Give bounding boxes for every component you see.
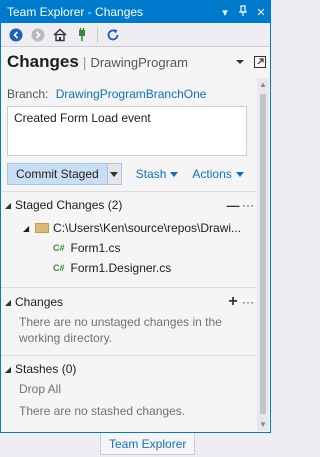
- pin-icon: [239, 4, 247, 16]
- collapse-triangle-icon[interactable]: ◢: [1, 365, 15, 374]
- close-button[interactable]: ✕: [252, 6, 270, 19]
- stashes-title: Stashes (0): [15, 362, 77, 376]
- window-menu-button[interactable]: ▾: [216, 6, 234, 19]
- home-icon: [53, 28, 67, 41]
- file-name: Form1.cs: [70, 241, 121, 255]
- commit-actions: Commit Staged Stash Actions: [7, 163, 252, 185]
- scrollbar-thumb[interactable]: [260, 94, 266, 414]
- forward-button[interactable]: [29, 26, 47, 44]
- section-divider: [1, 191, 256, 192]
- chevron-down-icon: [236, 60, 244, 64]
- commit-staged-button[interactable]: Commit Staged: [7, 163, 108, 185]
- page-menu-button[interactable]: [230, 52, 250, 72]
- page-title: Changes: [7, 52, 79, 71]
- commit-message-input[interactable]: Created Form Load event: [7, 106, 247, 156]
- collapse-triangle-icon[interactable]: ◢: [23, 224, 35, 233]
- home-button[interactable]: [51, 26, 69, 44]
- toolbar-separator: [97, 26, 98, 43]
- drop-all-link: Drop All: [19, 382, 62, 396]
- branch-link[interactable]: DrawingProgramBranchOne: [56, 87, 207, 101]
- actions-label: Actions: [192, 167, 232, 181]
- commit-dropdown-button[interactable]: [107, 163, 122, 185]
- back-button[interactable]: [7, 26, 25, 44]
- stash-label: Stash: [135, 167, 167, 181]
- back-icon: [9, 28, 23, 41]
- page-header: Changes | DrawingProgram: [1, 47, 270, 77]
- more-options-icon[interactable]: ···: [240, 198, 256, 212]
- folder-icon: [35, 223, 49, 233]
- vertical-scrollbar[interactable]: ▲ ▼: [257, 78, 269, 431]
- connect-button[interactable]: [73, 26, 91, 44]
- navigate-button[interactable]: [250, 52, 270, 72]
- chevron-down-icon: [110, 171, 119, 177]
- actions-dropdown[interactable]: Actions: [192, 167, 244, 181]
- branch-row: Branch: DrawingProgramBranchOne: [7, 87, 206, 101]
- scroll-down-icon[interactable]: ▼: [259, 420, 267, 429]
- file-name: Form1.Designer.cs: [70, 261, 172, 275]
- chevron-down-icon: [235, 171, 244, 177]
- refresh-button[interactable]: [104, 26, 122, 44]
- refresh-icon: [107, 28, 119, 40]
- no-stashes-text: There are no stashed changes.: [19, 404, 186, 418]
- team-explorer-tab[interactable]: Team Explorer: [100, 433, 196, 455]
- more-options-icon[interactable]: ···: [240, 295, 256, 309]
- stash-dropdown[interactable]: Stash: [136, 167, 179, 181]
- section-divider: [1, 355, 256, 356]
- no-changes-text: There are no unstaged changes in the wor…: [19, 315, 222, 345]
- section-divider: [1, 287, 256, 288]
- staged-changes-header[interactable]: ◢ Staged Changes (2) — ···: [1, 196, 256, 214]
- navigate-out-icon: [254, 56, 266, 68]
- project-name: DrawingProgram: [90, 54, 188, 70]
- unstage-all-button[interactable]: —: [226, 198, 240, 213]
- changes-header[interactable]: ◢ Changes + ···: [1, 293, 256, 311]
- pin-button[interactable]: [234, 4, 252, 20]
- folder-row[interactable]: ◢ C:\Users\Ken\source\repos\Drawi...: [23, 221, 241, 235]
- connect-icon: [79, 27, 85, 41]
- collapse-triangle-icon[interactable]: ◢: [1, 201, 15, 210]
- staged-changes-title: Staged Changes (2): [15, 198, 123, 212]
- scroll-up-icon[interactable]: ▲: [259, 80, 267, 89]
- title-bar: Team Explorer - Changes ▾ ✕: [1, 1, 270, 23]
- forward-icon: [31, 28, 45, 41]
- window-title: Team Explorer - Changes: [7, 5, 144, 19]
- toolbar: [1, 23, 270, 47]
- csharp-file-icon: C#: [53, 243, 65, 253]
- branch-label: Branch:: [7, 87, 49, 101]
- folder-path: C:\Users\Ken\source\repos\Drawi...: [53, 221, 242, 235]
- changes-title: Changes: [15, 295, 64, 309]
- changes-panel: Branch: DrawingProgramBranchOne Created …: [1, 78, 256, 431]
- list-item[interactable]: C# Form1.cs: [53, 241, 121, 255]
- stage-all-button[interactable]: +: [226, 293, 240, 311]
- collapse-triangle-icon[interactable]: ◢: [1, 298, 15, 307]
- list-item[interactable]: C# Form1.Designer.cs: [53, 261, 171, 275]
- stashes-header[interactable]: ◢ Stashes (0): [1, 360, 256, 378]
- csharp-file-icon: C#: [53, 263, 65, 273]
- chevron-down-icon: [170, 171, 179, 177]
- header-divider: |: [82, 54, 87, 70]
